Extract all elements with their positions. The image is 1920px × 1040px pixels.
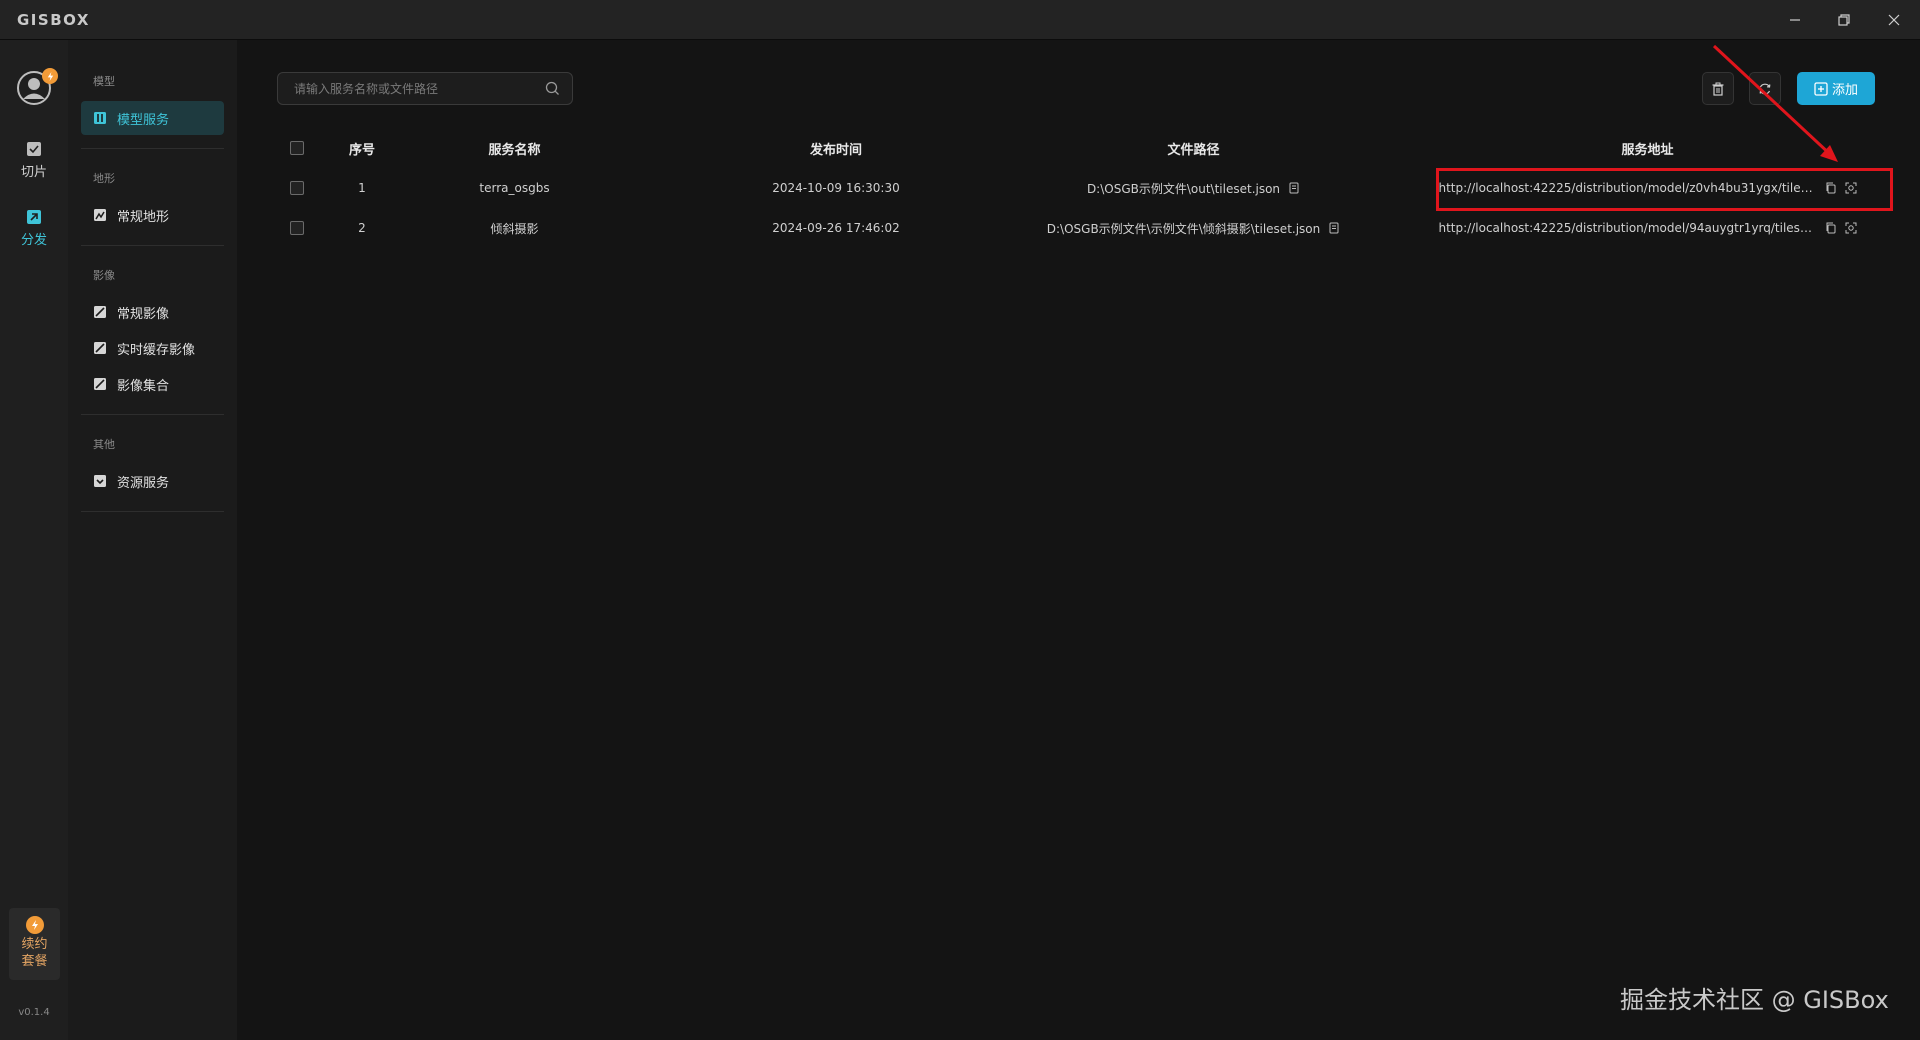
resource-icon bbox=[94, 475, 106, 487]
menu-item-label: 常规地形 bbox=[117, 209, 170, 225]
delete-button[interactable] bbox=[1702, 72, 1734, 105]
minimize-button[interactable] bbox=[1780, 5, 1810, 35]
version-label: v0.1.4 bbox=[18, 1007, 50, 1018]
row-spacer bbox=[622, 208, 706, 248]
minimize-icon bbox=[1790, 19, 1800, 21]
menu-divider bbox=[81, 414, 224, 415]
image-icon bbox=[94, 306, 106, 318]
copy-path-icon[interactable] bbox=[1328, 222, 1340, 234]
menu-item-resource-service[interactable]: 资源服务 bbox=[81, 464, 224, 498]
row-file-path-cell: D:\OSGB示例文件\示例文件\倾斜摄影\tileset.json bbox=[966, 208, 1421, 248]
nav-rail: 切片 分发 续约 套餐 v0.1.4 bbox=[0, 40, 68, 1040]
header-service-url: 服务地址 bbox=[1621, 142, 1674, 158]
close-button[interactable] bbox=[1879, 5, 1909, 35]
row-checkbox[interactable] bbox=[290, 221, 304, 236]
copy-path-icon[interactable] bbox=[1288, 182, 1300, 194]
refresh-icon bbox=[1759, 83, 1771, 94]
menu-group-title: 影像 bbox=[93, 269, 115, 282]
add-button[interactable]: 添加 bbox=[1797, 72, 1875, 105]
header-publish-time: 发布时间 bbox=[809, 142, 862, 158]
watermark-text: 掘金技术社区 @ GISBox bbox=[1620, 986, 1889, 1014]
menu-item-terrain[interactable]: 常规地形 bbox=[81, 198, 224, 232]
header-index: 序号 bbox=[348, 142, 375, 158]
app-window: GISBOX 切片 分发 续约 套餐 v0.1.4 模型 模型服务 地形 常规地… bbox=[0, 0, 1920, 1040]
menu-divider bbox=[81, 148, 224, 149]
row-service-name: terra_osgbs bbox=[479, 181, 550, 195]
renew-package-button[interactable]: 续约 套餐 bbox=[9, 908, 60, 980]
refresh-button[interactable] bbox=[1749, 72, 1781, 105]
row-select bbox=[277, 168, 317, 208]
menu-item-label: 常规影像 bbox=[117, 306, 170, 322]
menu-item-model-service[interactable]: 模型服务 bbox=[81, 101, 224, 135]
menu-item-regular-imagery[interactable]: 常规影像 bbox=[81, 295, 224, 329]
header-spacer bbox=[622, 128, 706, 168]
row-file-path: D:\OSGB示例文件\out\tileset.json bbox=[1086, 181, 1281, 196]
menu-group-title: 其他 bbox=[93, 438, 115, 451]
title-bar: GISBOX bbox=[0, 0, 1920, 40]
row-index: 2 bbox=[358, 221, 366, 235]
menu-group-title: 模型 bbox=[93, 75, 115, 88]
row-spacer bbox=[622, 168, 706, 208]
search-box bbox=[277, 72, 573, 105]
table-header-row: 序号 服务名称 发布时间 文件路径 服务地址 bbox=[277, 128, 1874, 168]
lightning-badge-icon bbox=[42, 68, 58, 84]
row-index: 1 bbox=[358, 181, 366, 195]
lightning-icon bbox=[25, 916, 44, 934]
add-button-label: 添加 bbox=[1831, 83, 1858, 98]
header-service-name: 服务名称 bbox=[488, 142, 541, 158]
add-icon bbox=[1814, 81, 1828, 96]
menu-item-label: 资源服务 bbox=[117, 475, 170, 491]
menu-divider bbox=[81, 245, 224, 246]
search-input[interactable] bbox=[294, 81, 545, 96]
menu-item-label: 模型服务 bbox=[117, 112, 170, 128]
row-checkbox[interactable] bbox=[290, 181, 304, 196]
app-logo: GISBOX bbox=[17, 11, 90, 29]
row-service-name: 倾斜摄影 bbox=[490, 221, 539, 236]
row-select bbox=[277, 208, 317, 248]
search-icon[interactable] bbox=[545, 81, 560, 96]
row-service-url-cell: http://localhost:42225/distribution/mode… bbox=[1421, 208, 1874, 248]
menu-item-imagery-collection[interactable]: 影像集合 bbox=[81, 367, 224, 401]
promo-label-2: 套餐 bbox=[21, 954, 48, 969]
close-icon bbox=[1888, 14, 1900, 26]
rail-item-label: 切片 bbox=[20, 165, 47, 180]
terrain-icon bbox=[94, 209, 106, 221]
row-service-url[interactable]: http://localhost:42225/distribution/mode… bbox=[1439, 221, 1817, 235]
model-icon bbox=[94, 112, 106, 124]
image-icon bbox=[94, 378, 106, 390]
promo-label-1: 续约 bbox=[21, 937, 48, 952]
row-file-path-cell: D:\OSGB示例文件\out\tileset.json bbox=[966, 168, 1421, 208]
rail-item-tile[interactable]: 切片 bbox=[0, 140, 68, 180]
restore-icon bbox=[1838, 14, 1850, 26]
row-publish-time: 2024-10-09 16:30:30 bbox=[772, 181, 900, 195]
header-file-path: 文件路径 bbox=[1167, 142, 1220, 158]
menu-divider bbox=[81, 511, 224, 512]
menu-item-label: 影像集合 bbox=[117, 378, 170, 394]
qr-code-icon[interactable] bbox=[1845, 222, 1857, 234]
menu-group-title: 地形 bbox=[93, 172, 115, 185]
menu-item-realtime-cache-imagery[interactable]: 实时缓存影像 bbox=[81, 331, 224, 365]
row-file-path: D:\OSGB示例文件\示例文件\倾斜摄影\tileset.json bbox=[1046, 221, 1321, 236]
restore-button[interactable] bbox=[1829, 5, 1859, 35]
menu-item-label: 实时缓存影像 bbox=[117, 342, 196, 358]
select-all-checkbox[interactable] bbox=[290, 141, 304, 155]
highlight-box bbox=[1436, 168, 1893, 211]
distribute-icon bbox=[27, 210, 41, 224]
image-icon bbox=[94, 342, 106, 354]
table-row[interactable]: 2 倾斜摄影 2024-09-26 17:46:02 D:\OSGB示例文件\示… bbox=[277, 208, 1874, 248]
rail-item-label: 分发 bbox=[20, 233, 47, 248]
trash-icon bbox=[1712, 82, 1724, 96]
side-menu: 模型 模型服务 地形 常规地形 影像 常规影像 实时缓存影像 影像集合 其他 资… bbox=[68, 40, 237, 1040]
copy-url-icon[interactable] bbox=[1825, 222, 1837, 234]
row-publish-time: 2024-09-26 17:46:02 bbox=[772, 221, 900, 235]
rail-item-distribute[interactable]: 分发 bbox=[0, 208, 68, 248]
tile-icon bbox=[27, 142, 41, 156]
header-select-all bbox=[277, 128, 317, 168]
